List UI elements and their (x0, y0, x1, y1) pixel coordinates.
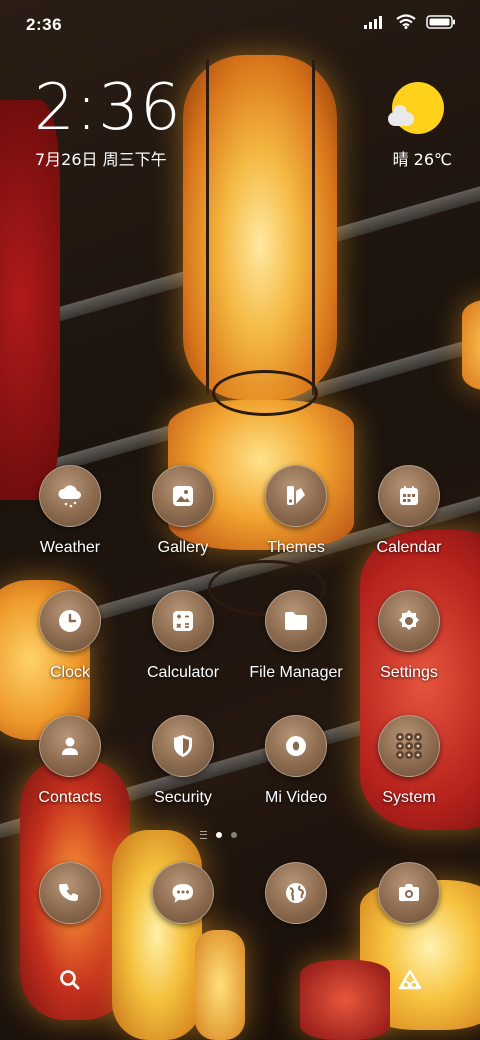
folder-icon (265, 590, 327, 652)
clock-widget-date[interactable]: 7月26日 周三下午 (35, 146, 167, 170)
app-label: File Manager (249, 664, 343, 681)
app-gallery[interactable]: Gallery (123, 465, 243, 575)
search-icon (59, 969, 81, 996)
search-button[interactable] (50, 962, 90, 1002)
app-contacts[interactable]: Contacts (10, 715, 130, 825)
app-drawer-indicator (200, 831, 207, 839)
status-bar: 2:36 (0, 0, 480, 50)
clock-icon (39, 590, 101, 652)
calendar-icon (378, 465, 440, 527)
dock-messages[interactable] (123, 862, 243, 926)
cloud-rain-icon (39, 465, 101, 527)
app-label: Security (154, 789, 212, 806)
app-label: Themes (267, 539, 325, 556)
page-indicator[interactable] (200, 830, 280, 840)
edge-lantern (462, 300, 480, 390)
app-mi-video[interactable]: Mi Video (236, 715, 356, 825)
camera-icon (378, 862, 440, 924)
wifi-icon (396, 14, 416, 34)
dock-browser[interactable] (236, 862, 356, 926)
app-clock[interactable]: Clock (10, 590, 130, 700)
app-system-folder[interactable]: System (349, 715, 469, 825)
app-file-manager[interactable]: File Manager (236, 590, 356, 700)
lantern-ring (212, 370, 318, 416)
app-calendar[interactable]: Calendar (349, 465, 469, 575)
app-calculator[interactable]: Calculator (123, 590, 243, 700)
page-dot-active (216, 832, 222, 838)
globe-icon (265, 862, 327, 924)
lantern-frame (206, 60, 209, 395)
gear-icon (378, 590, 440, 652)
weather-widget[interactable]: 晴 26℃ (372, 82, 452, 172)
dock-camera[interactable] (349, 862, 469, 926)
assistant-icon (397, 968, 423, 997)
app-label: Calendar (376, 539, 442, 556)
app-label: System (382, 789, 436, 806)
calculator-icon (152, 590, 214, 652)
bottom-red-small-lantern (300, 960, 390, 1040)
phone-icon (39, 862, 101, 924)
lantern-frame (312, 60, 315, 395)
themes-icon (265, 465, 327, 527)
cloud-icon (388, 105, 414, 126)
page-dot (231, 832, 237, 838)
status-time: 2:36 (26, 15, 63, 34)
bottom-yellow-lantern (195, 930, 245, 1040)
app-security[interactable]: Security (123, 715, 243, 825)
battery-icon (426, 14, 456, 34)
app-label: Contacts (38, 789, 102, 806)
app-label: Mi Video (265, 789, 327, 806)
person-icon (39, 715, 101, 777)
assistant-button[interactable] (390, 962, 430, 1002)
folder-grid-icon (378, 715, 440, 777)
image-icon (152, 465, 214, 527)
app-label: Settings (380, 664, 438, 681)
status-icons (364, 14, 456, 34)
app-themes[interactable]: Themes (236, 465, 356, 575)
signal-icon (364, 15, 386, 34)
video-icon (265, 715, 327, 777)
app-label: Calculator (146, 664, 220, 681)
clock-widget-time[interactable]: 2:36 (34, 76, 182, 140)
app-settings[interactable]: Settings (349, 590, 469, 700)
weather-widget-text: 晴 26℃ (392, 150, 452, 169)
app-label: Clock (49, 664, 90, 681)
app-label: Weather (39, 539, 101, 556)
shield-icon (152, 715, 214, 777)
app-weather[interactable]: Weather (10, 465, 130, 575)
chat-icon (152, 862, 214, 924)
app-label: Gallery (157, 539, 209, 556)
dock-phone[interactable] (10, 862, 130, 926)
